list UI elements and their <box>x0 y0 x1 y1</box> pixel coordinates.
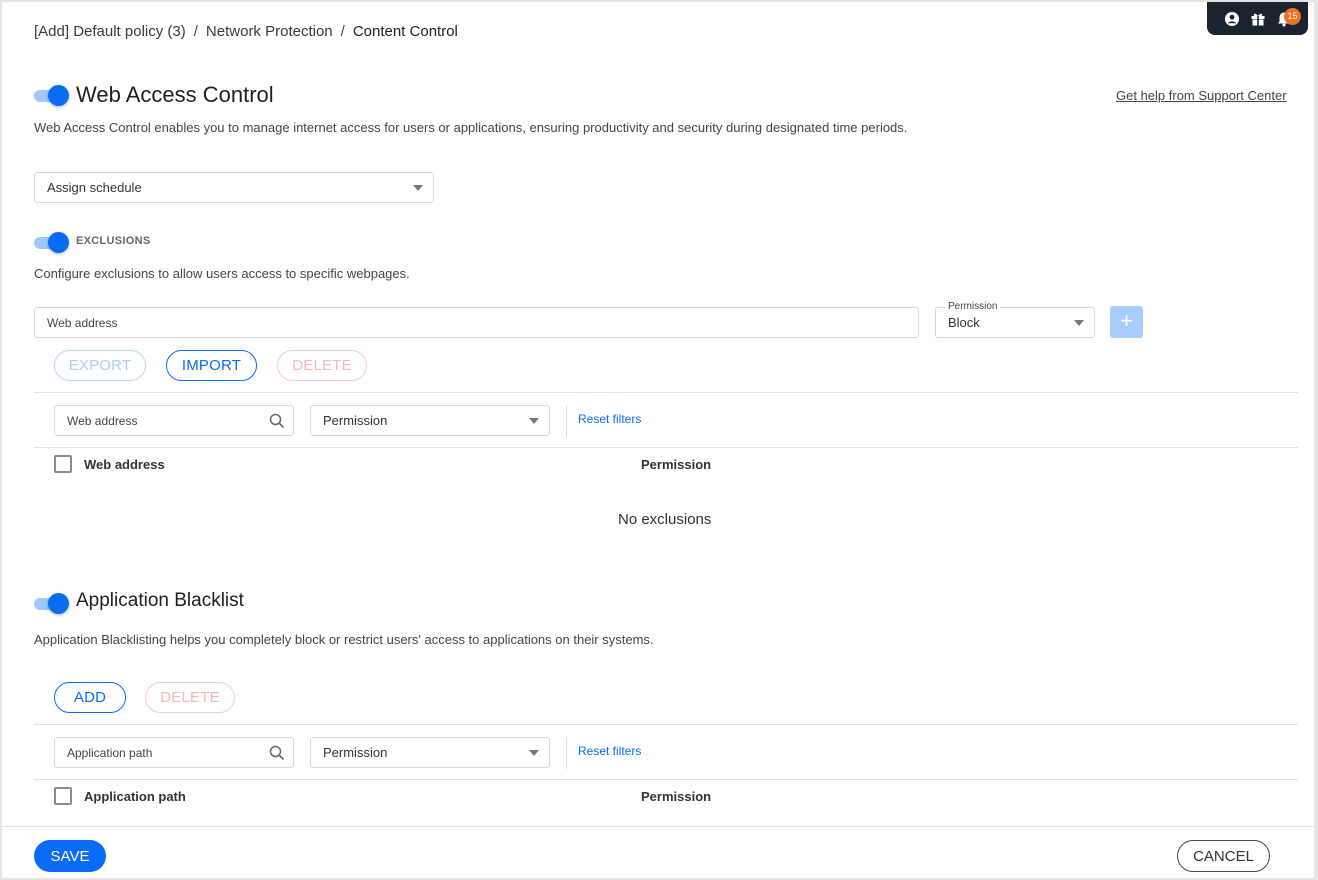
support-center-link[interactable]: Get help from Support Center <box>1116 88 1287 103</box>
column-header-permission[interactable]: Permission <box>641 457 711 472</box>
divider <box>34 447 1298 448</box>
permission-filter-select[interactable]: Permission <box>310 405 550 436</box>
notification-badge: 15 <box>1284 8 1301 25</box>
permission-filter-placeholder: Permission <box>323 413 388 428</box>
web-access-control-description: Web Access Control enables you to manage… <box>34 120 908 135</box>
app-select-all-checkbox[interactable] <box>54 787 72 805</box>
app-reset-filters-link[interactable]: Reset filters <box>578 744 641 758</box>
permission-field-label: Permission <box>945 301 1001 312</box>
application-blacklist-title: Application Blacklist <box>76 590 244 611</box>
exclusions-description: Configure exclusions to allow users acce… <box>34 266 410 281</box>
breadcrumb-item-content-control: Content Control <box>352 23 458 40</box>
cancel-button[interactable]: CANCEL <box>1177 840 1270 872</box>
toggle-knob <box>48 593 69 614</box>
content-control-page: 15 [Add] Default policy (3) / Network Prot… <box>2 2 1314 878</box>
application-blacklist-toggle[interactable] <box>34 592 70 614</box>
select-all-checkbox[interactable] <box>54 455 72 473</box>
filter-divider <box>566 405 567 437</box>
breadcrumb-separator: / <box>193 23 198 40</box>
exclusions-label: EXCLUSIONS <box>76 235 151 247</box>
app-permission-filter-select[interactable]: Permission <box>310 737 550 768</box>
application-blacklist-description: Application Blacklisting helps you compl… <box>34 632 654 647</box>
chevron-down-icon <box>413 184 423 191</box>
web-access-control-title: Web Access Control <box>76 82 274 107</box>
export-button[interactable]: EXPORT <box>54 350 146 381</box>
chevron-down-icon <box>529 417 539 424</box>
empty-state-text: No exclusions <box>618 511 712 528</box>
delete-applications-button[interactable]: DELETE <box>145 682 235 713</box>
divider <box>34 779 1298 780</box>
breadcrumb-separator: / <box>340 23 345 40</box>
breadcrumb-item-policy[interactable]: [Add] Default policy (3) <box>34 23 186 40</box>
breadcrumb-item-network-protection[interactable]: Network Protection <box>206 23 333 40</box>
search-icon <box>269 413 285 429</box>
web-address-filter-input[interactable]: Web address <box>54 405 294 436</box>
permission-select[interactable]: Permission Block <box>935 301 1095 338</box>
divider <box>34 392 1298 393</box>
reset-filters-link[interactable]: Reset filters <box>578 412 641 426</box>
filter-divider <box>566 737 567 769</box>
assign-schedule-value: Assign schedule <box>47 180 142 195</box>
gift-icon[interactable] <box>1250 11 1266 27</box>
exclusions-toggle[interactable] <box>34 231 70 253</box>
search-icon <box>269 745 285 761</box>
breadcrumb: [Add] Default policy (3) / Network Protect… <box>34 23 458 40</box>
chevron-down-icon <box>529 749 539 756</box>
column-header-application-path[interactable]: Application path <box>84 789 186 804</box>
toggle-knob <box>48 232 69 253</box>
delete-exclusions-button[interactable]: DELETE <box>277 350 367 381</box>
import-button[interactable]: IMPORT <box>166 350 257 381</box>
divider <box>34 724 1298 725</box>
user-icon[interactable] <box>1224 11 1240 27</box>
plus-icon: + <box>1120 308 1133 333</box>
app-permission-filter-placeholder: Permission <box>323 745 388 760</box>
chevron-down-icon <box>1074 319 1084 326</box>
web-address-placeholder: Web address <box>47 315 118 330</box>
toggle-knob <box>48 85 69 106</box>
column-header-web-address[interactable]: Web address <box>84 457 165 472</box>
web-address-input[interactable]: Web address <box>34 307 919 338</box>
permission-value: Block <box>948 315 980 330</box>
web-address-filter-placeholder: Web address <box>67 413 138 428</box>
add-exclusion-button[interactable]: + <box>1110 306 1143 338</box>
column-header-app-permission[interactable]: Permission <box>641 789 711 804</box>
save-button[interactable]: SAVE <box>34 840 106 872</box>
assign-schedule-select[interactable]: Assign schedule <box>34 172 434 203</box>
add-application-button[interactable]: ADD <box>54 682 126 713</box>
footer-divider <box>2 826 1314 827</box>
web-access-control-toggle[interactable] <box>34 84 70 106</box>
application-path-filter-input[interactable]: Application path <box>54 737 294 768</box>
application-path-filter-placeholder: Application path <box>67 745 153 760</box>
